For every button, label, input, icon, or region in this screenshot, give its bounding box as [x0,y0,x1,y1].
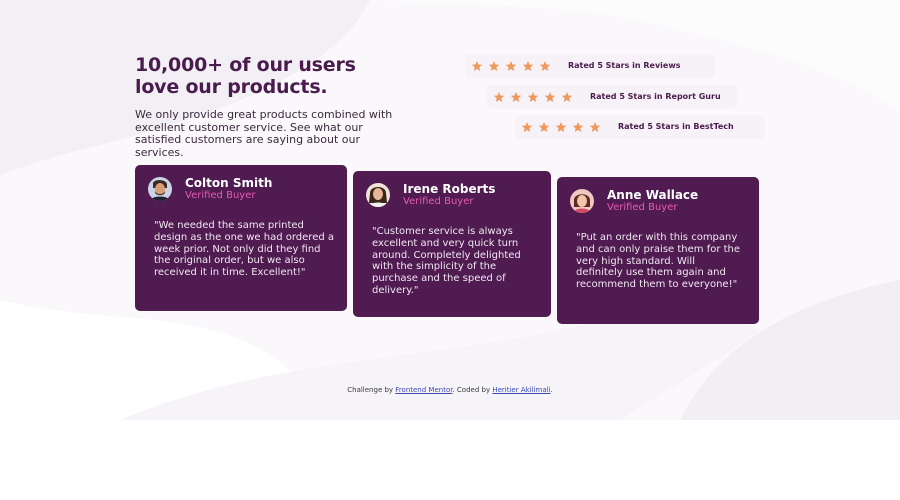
star-icon [544,92,556,102]
avatar [366,183,390,207]
author-link[interactable]: Heritier Akilimali [492,386,550,394]
page-title: 10,000+ of our users love our products. [135,54,395,98]
attribution: Challenge by Frontend Mentor. Coded by H… [0,386,900,394]
attribution-middle: . Coded by [452,386,493,394]
rating-label: Rated 5 Stars in BestTech [618,122,734,131]
reviewer-name: Irene Roberts [403,182,496,196]
star-icon [488,61,500,71]
intro-text: We only provide great products combined … [135,108,393,159]
star-icon [572,122,584,132]
star-row [521,121,601,133]
star-icon [505,61,517,71]
page-title-line-1: 10,000+ of our users [135,54,356,76]
testimonial-quote: "We needed the same printed design as th… [154,220,334,279]
verified-badge: Verified Buyer [403,196,474,207]
reviewer-name: Anne Wallace [607,188,699,202]
verified-badge: Verified Buyer [607,202,678,213]
rating-label: Rated 5 Stars in Reviews [568,61,681,70]
testimonial-quote: "Put an order with this company and can … [576,232,741,291]
avatar [570,189,594,213]
testimonial-card: Anne Wallace Verified Buyer "Put an orde… [557,177,759,324]
rating-label: Rated 5 Stars in Report Guru [590,92,721,101]
star-icon [538,122,550,132]
rating-report-guru: Rated 5 Stars in Report Guru [487,85,737,109]
star-icon [527,92,539,102]
star-icon [561,92,573,102]
page-title-line-2: love our products. [135,76,328,98]
star-row [493,91,573,103]
avatar [148,177,172,201]
testimonial-quote: "Customer service is always excellent an… [372,226,521,296]
rating-besttech: Rated 5 Stars in BestTech [515,115,765,139]
star-icon [510,92,522,102]
star-icon [493,92,505,102]
star-icon [471,61,483,71]
star-icon [589,122,601,132]
star-icon [522,61,534,71]
star-row [471,60,551,72]
star-icon [521,122,533,132]
attribution-suffix: . [550,386,553,394]
testimonial-card: Irene Roberts Verified Buyer "Customer s… [353,171,551,317]
star-icon [539,61,551,71]
attribution-prefix: Challenge by [347,386,396,394]
frontend-mentor-link[interactable]: Frontend Mentor [395,386,452,394]
star-icon [555,122,567,132]
reviewer-name: Colton Smith [185,176,273,190]
testimonial-card: Colton Smith Verified Buyer "We needed t… [135,165,347,311]
verified-badge: Verified Buyer [185,190,256,201]
rating-reviews: Rated 5 Stars in Reviews [465,54,715,78]
